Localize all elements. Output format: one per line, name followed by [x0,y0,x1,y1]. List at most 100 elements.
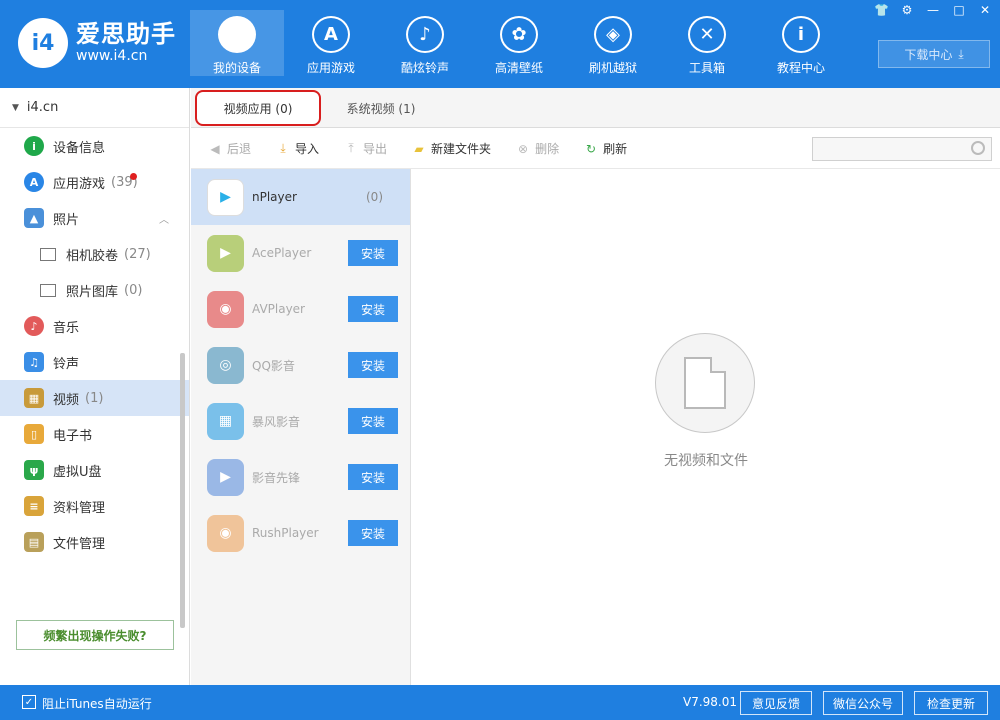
nav-wallpapers[interactable]: ✿ 高清壁纸 [472,10,566,76]
nav-ringtones[interactable]: ♪ 酷炫铃声 [378,10,472,76]
install-button[interactable]: 安装 [348,464,398,490]
itunes-checkbox-label: 阻止iTunes自动运行 [42,697,152,711]
sidebar: ▼ i4.cn i 设备信息 A 应用游戏 (39) ▲ 照片 ︿ 相机胶卷 (… [0,88,190,685]
chevron-up-icon[interactable]: ︿ [159,211,169,226]
top-bar: i4 爱思助手 www.i4.cn 我的设备 A 应用游戏 ♪ 酷炫铃声 ✿ 高… [0,0,1000,88]
music-icon: ♪ [24,316,44,336]
nav-toolbox[interactable]: ✕ 工具箱 [660,10,754,76]
nav-tutorials[interactable]: i 教程中心 [754,10,848,76]
skin-icon[interactable]: 👕 [874,3,889,17]
appstore-icon: A [312,16,350,53]
main-nav: 我的设备 A 应用游戏 ♪ 酷炫铃声 ✿ 高清壁纸 ◈ 刷机越狱 ✕ 工具箱 i… [190,10,848,76]
check-update-button[interactable]: 检查更新 [914,691,988,715]
sidebar-item-photos[interactable]: ▲ 照片 ︿ [0,200,189,236]
feedback-button[interactable]: 意见反馈 [740,691,812,715]
list-item-nplayer[interactable]: ▶ nPlayer (0) [191,169,410,225]
delete-label: 删除 [535,142,560,156]
refresh-icon: ↻ [586,141,597,156]
sidebar-item-label: 电子书 [53,428,93,444]
install-button[interactable]: 安装 [348,296,398,322]
contacts-icon: ≡ [24,496,44,516]
box-icon: ◈ [594,16,632,53]
close-icon[interactable]: ✕ [978,3,992,17]
sidebar-item-label: 照片图库 [66,284,119,300]
nav-label: 工具箱 [688,61,725,75]
maximize-icon[interactable]: □ [952,3,966,17]
install-button[interactable]: 安装 [348,240,398,266]
logo-title: 爱思助手 [76,20,176,48]
bell-icon: ♪ [406,16,444,53]
app-count: (0) [366,190,383,204]
app-name: QQ影音 [252,358,295,373]
wechat-button[interactable]: 微信公众号 [823,691,903,715]
book-icon: ▯ [24,424,44,444]
sidebar-item-videos[interactable]: ▦ 视频 (1) [0,380,189,416]
sidebar-item-camera-roll[interactable]: 相机胶卷 (27) [0,236,189,272]
search-input[interactable] [812,137,992,161]
sidebar-item-ringtones[interactable]: ♫ 铃声 [0,344,189,380]
install-button[interactable]: 安装 [348,352,398,378]
sidebar-item-file-management[interactable]: ▤ 文件管理 [0,524,189,560]
app-name: nPlayer [252,190,297,204]
sidebar-scrollbar[interactable] [180,353,185,628]
list-item-xfplay[interactable]: ▶ 影音先锋 安装 [191,449,410,505]
refresh-button[interactable]: ↻ 刷新 [583,140,627,157]
sidebar-item-virtual-usb[interactable]: ψ 虚拟U盘 [0,452,189,488]
frequent-failure-button[interactable]: 频繁出现操作失败? [16,620,174,650]
sidebar-item-label: 虚拟U盘 [53,464,102,480]
device-header[interactable]: ▼ i4.cn [0,88,189,128]
sidebar-item-label: 资料管理 [53,500,106,516]
itunes-checkbox[interactable]: ✓ [22,695,36,709]
install-button[interactable]: 安装 [348,520,398,546]
delete-button[interactable]: ⊗ 删除 [515,140,559,157]
tab-bar: 视频应用 (0) 系统视频 (1) [191,88,1000,128]
sidebar-item-data-management[interactable]: ≡ 资料管理 [0,488,189,524]
list-item-aceplayer[interactable]: ▶ AcePlayer 安装 [191,225,410,281]
import-button[interactable]: ⤓ 导入 [275,140,319,157]
export-button[interactable]: ⤒ 导出 [343,140,387,157]
download-center-button[interactable]: 下载中心 ⤓ [878,40,990,68]
nav-label: 刷机越狱 [588,61,637,75]
download-icon: ⤓ [958,46,964,61]
sidebar-item-photo-library[interactable]: 照片图库 (0) [0,272,189,308]
tools-icon: ✕ [688,16,726,53]
new-folder-button[interactable]: ▰ 新建文件夹 [411,140,491,157]
list-item-rushplayer[interactable]: ◉ RushPlayer 安装 [191,505,410,561]
sidebar-item-count: (27) [124,246,151,262]
sidebar-item-ebooks[interactable]: ▯ 电子书 [0,416,189,452]
new-folder-icon: ▰ [414,141,424,156]
search-icon[interactable] [971,141,985,155]
device-name: i4.cn [26,100,59,115]
nav-my-device[interactable]: 我的设备 [190,10,284,76]
nav-label: 高清壁纸 [494,61,543,75]
nav-flash-jailbreak[interactable]: ◈ 刷机越狱 [566,10,660,76]
xfplay-app-icon: ▶ [207,458,244,496]
app-name: 暴风影音 [252,414,301,429]
list-item-baofeng[interactable]: ▦ 暴风影音 安装 [191,393,410,449]
back-icon: ◀ [210,141,220,156]
sidebar-item-label: 铃声 [53,356,80,372]
notification-dot [130,173,137,180]
empty-state-text: 无视频和文件 [664,453,748,469]
apple-icon [218,16,256,53]
list-item-qq-player[interactable]: ◎ QQ影音 安装 [191,337,410,393]
nplayer-app-icon: ▶ [207,178,244,216]
nav-apps-games[interactable]: A 应用游戏 [284,10,378,76]
sidebar-item-label: 视频 [53,392,80,408]
window-controls: 👕 ⚙ — □ ✕ [874,3,992,17]
minimize-icon[interactable]: — [926,3,940,17]
settings-icon[interactable]: ⚙ [900,3,914,17]
refresh-label: 刷新 [603,142,628,156]
list-item-avplayer[interactable]: ◉ AVPlayer 安装 [191,281,410,337]
sidebar-item-device-info[interactable]: i 设备信息 [0,128,189,164]
tab-video-apps[interactable]: 视频应用 (0) [195,90,321,126]
back-button[interactable]: ◀ 后退 [207,140,251,157]
sidebar-item-label: 相机胶卷 [66,248,119,264]
sidebar-item-apps[interactable]: A 应用游戏 (39) [0,164,189,200]
sidebar-item-count: (0) [124,282,143,298]
app-name: RushPlayer [252,526,319,540]
install-button[interactable]: 安装 [348,408,398,434]
document-icon [684,357,726,409]
tab-system-videos[interactable]: 系统视频 (1) [331,88,431,128]
sidebar-item-music[interactable]: ♪ 音乐 [0,308,189,344]
